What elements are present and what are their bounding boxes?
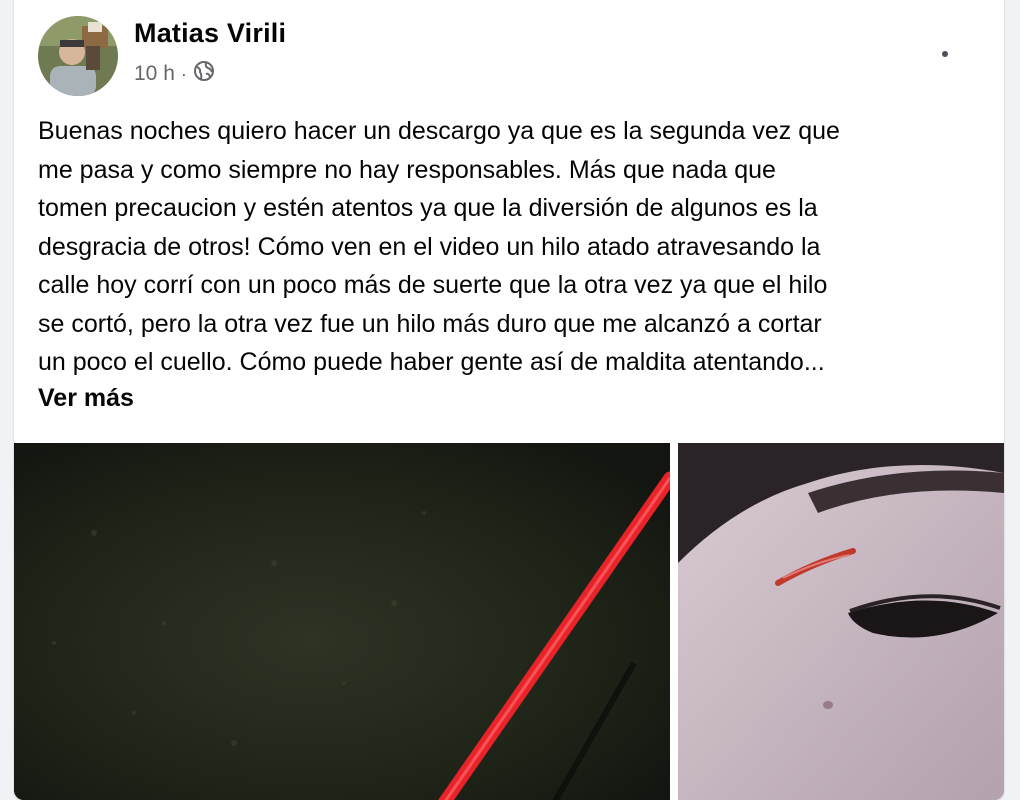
face-cut-image <box>678 443 1004 800</box>
video-thumbnail[interactable] <box>14 443 670 800</box>
post-text-line: un poco el cuello. Cómo puede haber gent… <box>38 348 825 376</box>
post-text-line: desgracia de otros! Cómo ven en el video… <box>38 232 821 261</box>
injury-photo[interactable] <box>678 443 1004 800</box>
author-name[interactable]: Matias Virili <box>134 18 286 49</box>
ellipsis-icon <box>942 51 948 57</box>
post-text: Buenas noches quiero hacer un descargo y… <box>38 112 988 382</box>
post-options-button[interactable] <box>921 38 969 70</box>
post-card: Matias Virili 10 h · Buenas noches quier… <box>14 0 1004 800</box>
see-more-link[interactable]: Ver más <box>38 384 134 413</box>
globe-icon[interactable] <box>193 60 215 88</box>
post-text-line: tomen precaucion y estén atentos ya que … <box>38 194 818 222</box>
meta-separator: · <box>180 63 187 84</box>
author-avatar[interactable] <box>38 16 118 96</box>
post-text-line: Buenas noches quiero hacer un descargo y… <box>38 117 840 145</box>
night-street-thread-image <box>14 443 670 800</box>
post-media <box>14 443 1004 800</box>
avatar-image <box>38 16 118 96</box>
post-timestamp[interactable]: 10 h <box>134 62 175 86</box>
post-text-line: me pasa y como siempre no hay responsabl… <box>38 155 776 184</box>
post-text-line: se cortó, pero la otra vez fue un hilo m… <box>38 309 822 338</box>
post-text-line: calle hoy corrí con un poco más de suert… <box>38 271 828 299</box>
post-meta: 10 h · <box>134 60 215 88</box>
